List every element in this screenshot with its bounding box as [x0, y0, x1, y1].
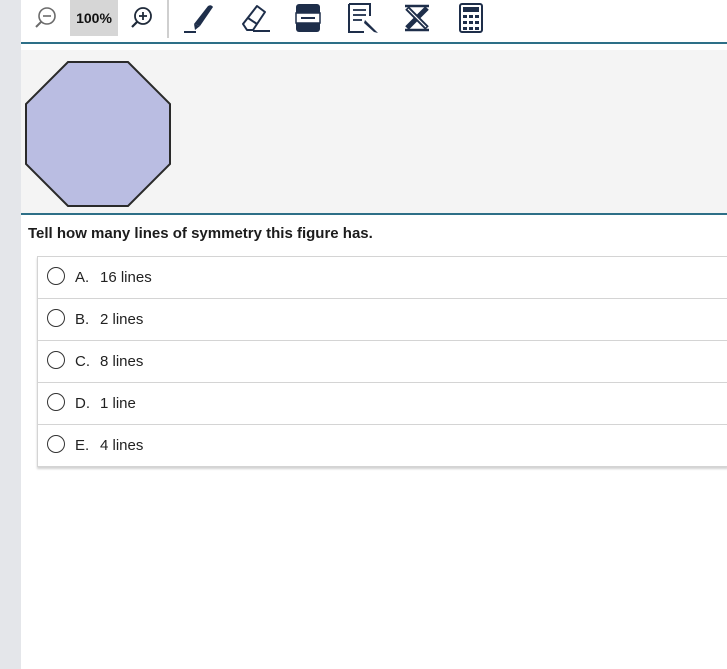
option-d[interactable]: D. 1 line — [38, 383, 727, 425]
option-letter: A. — [75, 269, 90, 286]
option-text: 2 lines — [100, 311, 144, 328]
option-text: 16 lines — [100, 269, 152, 286]
answer-options: A. 16 lines B. 2 lines C. 8 lines D. 1 l… — [37, 256, 727, 467]
left-gutter — [0, 0, 21, 669]
radio-button[interactable] — [47, 393, 65, 411]
line-reader-button[interactable] — [291, 0, 325, 36]
octagon-figure — [25, 61, 171, 207]
option-a[interactable]: A. 16 lines — [38, 257, 727, 299]
line-reader-icon — [295, 4, 321, 32]
answer-eliminator-button[interactable] — [399, 0, 435, 36]
calculator-icon — [459, 3, 483, 33]
radio-button[interactable] — [47, 309, 65, 327]
answer-eliminator-icon — [405, 4, 429, 32]
highlighter-icon — [184, 5, 213, 33]
zoom-in-icon — [131, 7, 152, 28]
option-letter: B. — [75, 311, 90, 328]
toolbar: 100% — [21, 0, 727, 44]
radio-button[interactable] — [47, 351, 65, 369]
highlighter-button[interactable] — [181, 0, 217, 36]
option-letter: E. — [75, 437, 90, 454]
option-letter: C. — [75, 353, 90, 370]
option-letter: D. — [75, 395, 90, 412]
option-c[interactable]: C. 8 lines — [38, 341, 727, 383]
option-b[interactable]: B. 2 lines — [38, 299, 727, 341]
radio-button[interactable] — [47, 435, 65, 453]
eraser-button[interactable] — [237, 0, 273, 36]
zoom-out-button[interactable] — [31, 0, 61, 36]
option-text: 8 lines — [100, 353, 144, 370]
notepad-icon — [348, 3, 378, 33]
option-text: 4 lines — [100, 437, 144, 454]
calculator-button[interactable] — [455, 0, 487, 36]
toolbar-divider — [167, 0, 169, 38]
stimulus-panel — [21, 50, 727, 215]
test-page: 100% Tell how many lines of symmetry thi… — [0, 0, 727, 669]
zoom-level: 100% — [70, 0, 118, 36]
radio-button[interactable] — [47, 267, 65, 285]
option-text: 1 line — [100, 395, 136, 412]
eraser-icon — [242, 5, 270, 32]
zoom-in-button[interactable] — [127, 0, 157, 36]
option-e[interactable]: E. 4 lines — [38, 425, 727, 466]
zoom-out-icon — [35, 7, 56, 28]
notepad-button[interactable] — [345, 0, 381, 36]
question-prompt: Tell how many lines of symmetry this fig… — [28, 225, 373, 242]
